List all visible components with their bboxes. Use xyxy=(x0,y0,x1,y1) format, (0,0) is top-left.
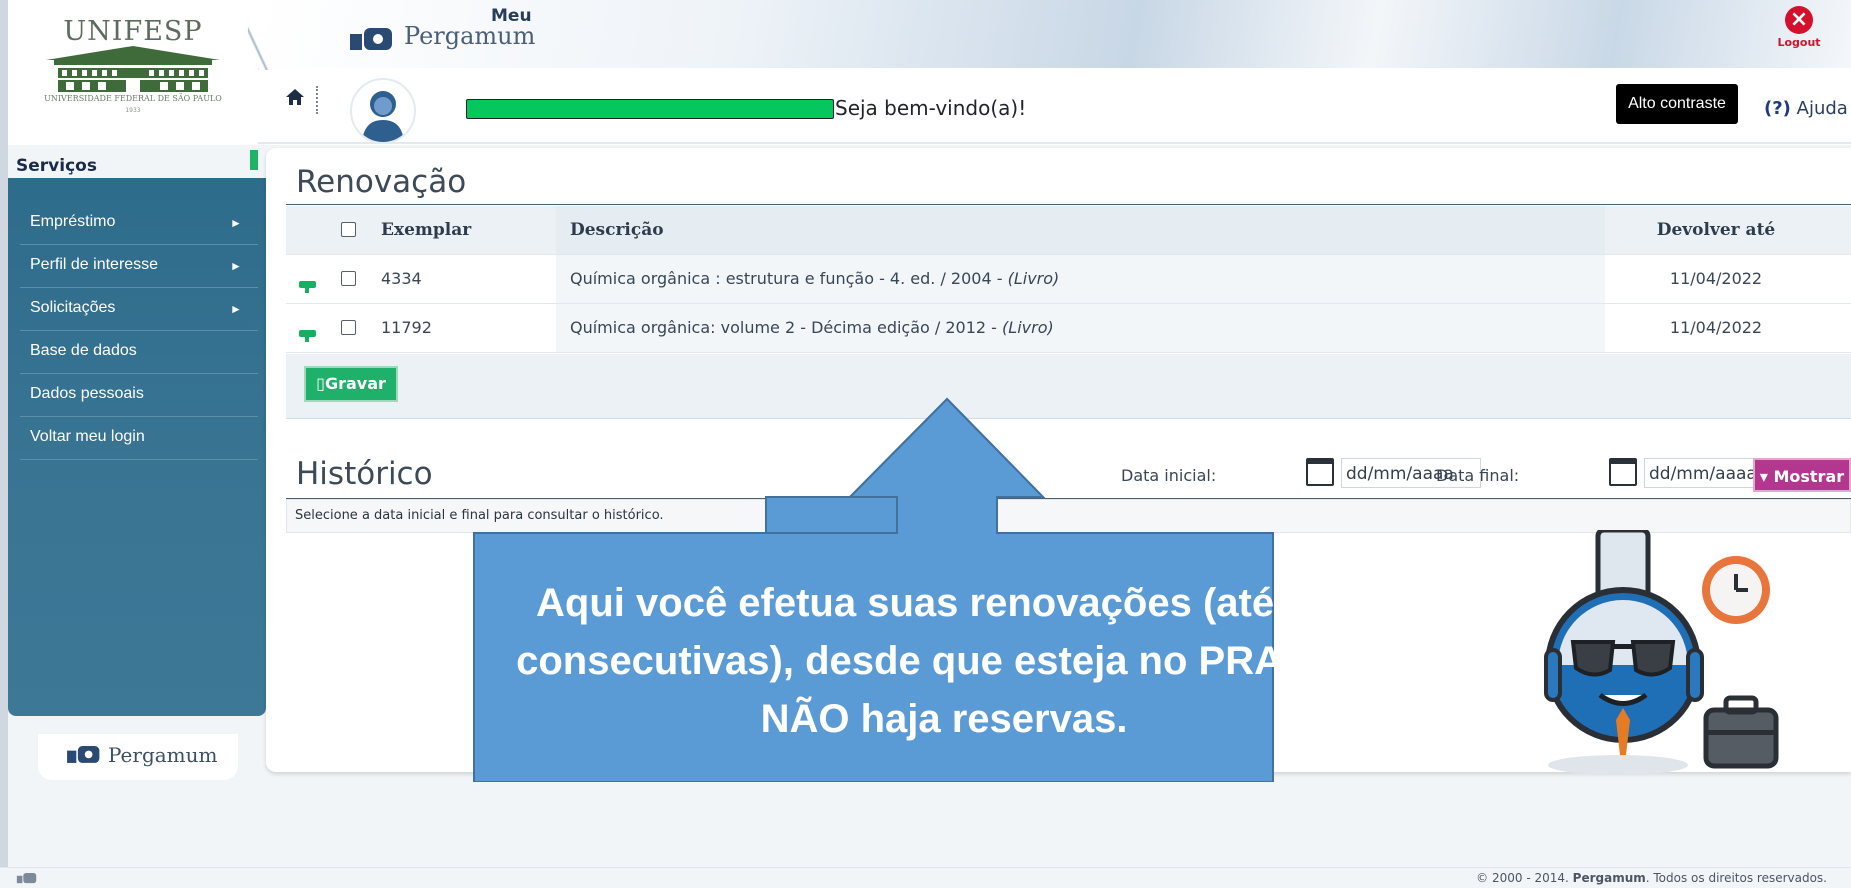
university-building-icon xyxy=(46,46,220,92)
university-subtitle: UNIVERSIDADE FEDERAL DE SÃO PAULO xyxy=(44,94,222,103)
sidebar-item-label: Dados pessoais xyxy=(30,385,144,402)
row-checkbox[interactable] xyxy=(341,271,356,286)
callout-text: Aqui você efetua suas renovações (até 10… xyxy=(484,574,1404,748)
copyright-prefix: © 2000 - 2014. xyxy=(1476,871,1569,885)
user-bar: Seja bem-vindo(a)! Alto contraste (?) Aj… xyxy=(258,70,1851,144)
historico-title: Histórico xyxy=(296,456,433,492)
sidebar-item-label: Empréstimo xyxy=(30,213,116,230)
exemplar-cell: 11792 xyxy=(381,318,432,337)
high-contrast-button[interactable]: Alto contraste xyxy=(1616,84,1738,124)
callout-line: NÃO haja reservas. xyxy=(760,697,1128,741)
sidebar-item-base-de-dados[interactable]: Base de dados xyxy=(20,331,258,374)
end-date-label: Data final: xyxy=(1436,466,1520,485)
tipo-text: (Livro) xyxy=(1002,318,1054,337)
mostrar-label: Mostrar xyxy=(1773,467,1845,486)
logout-label: Logout xyxy=(1777,36,1821,49)
sidebar: Empréstimo ► Perfil de interesse ► Solicit… xyxy=(8,178,266,716)
pergamum-logo-icon xyxy=(16,873,37,884)
tipo-text: (Livro) xyxy=(1007,269,1060,288)
app-name: Pergamum xyxy=(404,22,536,50)
column-header-exemplar: Exemplar xyxy=(381,220,472,240)
column-header-descricao: Descrição xyxy=(556,206,1605,254)
logout-button[interactable]: × Logout xyxy=(1766,6,1832,49)
university-year: 1933 xyxy=(125,107,141,114)
bookmark-icon: ▯ xyxy=(316,374,325,393)
copyright: © 2000 - 2014. Pergamum. Todos os direit… xyxy=(1476,871,1827,885)
copyright-brand[interactable]: Pergamum xyxy=(1573,871,1646,885)
sidebar-item-dados-pessoais[interactable]: Dados pessoais xyxy=(20,374,258,417)
welcome-text: Seja bem-vindo(a)! xyxy=(835,96,1027,120)
table-row: 11792 Química orgânica: volume 2 - Décim… xyxy=(286,304,1851,353)
divider xyxy=(286,204,1851,205)
help-label: Ajuda xyxy=(1796,98,1848,119)
chevron-down-icon: ▾ xyxy=(1759,467,1768,486)
flask-mascot-illustration xyxy=(1544,530,1779,775)
select-all-checkbox[interactable] xyxy=(341,222,356,237)
descricao-text: Química orgânica : estrutura e função - … xyxy=(570,269,1003,288)
devolver-cell: 11/04/2022 xyxy=(1669,318,1763,337)
page: UNIFESP UNIVERSIDADE FEDERAL DE SÃO PAUL… xyxy=(8,0,1851,887)
descricao-cell[interactable]: Química orgânica : estrutura e função - … xyxy=(556,255,1605,303)
sidebar-footer-logo: Pergamum xyxy=(38,734,238,780)
chevron-right-icon: ► xyxy=(230,302,242,316)
descricao-cell[interactable]: Química orgânica: volume 2 - Décima ediç… xyxy=(556,304,1605,352)
unifesp-logo[interactable]: UNIFESP UNIVERSIDADE FEDERAL DE SÃO PAUL… xyxy=(8,0,259,140)
sidebar-item-label: Voltar meu login xyxy=(30,428,145,445)
chevron-right-icon: ► xyxy=(230,216,242,230)
gravar-button[interactable]: ▯Gravar xyxy=(304,366,398,402)
sidebar-footer-brand: Pergamum xyxy=(108,743,218,767)
sidebar-item-voltar-login[interactable]: Voltar meu login xyxy=(20,417,258,460)
separator xyxy=(316,86,320,114)
footer: © 2000 - 2014. Pergamum. Todos os direit… xyxy=(0,867,1851,888)
sidebar-item-solicitacoes[interactable]: Solicitações ► xyxy=(20,288,258,331)
home-icon[interactable] xyxy=(286,86,304,110)
column-header-devolver: Devolver até xyxy=(1656,220,1776,240)
row-checkbox[interactable] xyxy=(341,320,356,335)
sidebar-item-emprestimo[interactable]: Empréstimo ► xyxy=(20,202,258,245)
table-row: 4334 Química orgânica : estrutura e funç… xyxy=(286,255,1851,304)
pergamum-logo-icon xyxy=(67,746,100,763)
table-header-row: Exemplar Descrição Devolver até xyxy=(286,206,1851,255)
chevron-right-icon: ► xyxy=(230,259,242,273)
calendar-icon[interactable] xyxy=(1609,458,1637,486)
user-avatar-icon xyxy=(350,78,416,144)
mostrar-button[interactable]: ▾ Mostrar xyxy=(1753,458,1851,492)
logout-icon: × xyxy=(1785,6,1813,34)
header: UNIFESP UNIVERSIDADE FEDERAL DE SÃO PAUL… xyxy=(8,0,1851,145)
callout-line: consecutivas), desde que esteja no PRAZO… xyxy=(516,639,1372,683)
university-name: UNIFESP xyxy=(63,16,203,47)
pergamum-logo-icon xyxy=(350,28,392,50)
renew-tag-icon xyxy=(299,281,316,293)
help-icon: (?) xyxy=(1764,98,1791,119)
gravar-label: Gravar xyxy=(324,374,386,393)
help-link[interactable]: (?) Ajuda xyxy=(1764,98,1848,119)
descricao-text: Química orgânica: volume 2 - Décima ediç… xyxy=(570,318,997,337)
sidebar-item-label: Solicitações xyxy=(30,299,116,316)
sidebar-item-perfil[interactable]: Perfil de interesse ► xyxy=(20,245,258,288)
exemplar-cell: 4334 xyxy=(381,269,422,288)
user-name-redacted xyxy=(466,99,834,119)
briefcase-icon xyxy=(1703,695,1779,769)
devolver-cell: 11/04/2022 xyxy=(1669,269,1763,288)
sidebar-item-label: Perfil de interesse xyxy=(30,256,159,273)
copyright-suffix: . Todos os direitos reservados. xyxy=(1645,871,1827,885)
clock-icon xyxy=(1702,556,1770,624)
renovacao-title: Renovação xyxy=(296,164,467,200)
sidebar-toggle[interactable] xyxy=(250,150,258,170)
sidebar-title: Serviços xyxy=(16,156,97,176)
sidebar-item-label: Base de dados xyxy=(30,342,137,359)
renew-tag-icon xyxy=(299,330,316,342)
callout-line: Aqui você efetua suas renovações (até 10… xyxy=(536,581,1352,625)
